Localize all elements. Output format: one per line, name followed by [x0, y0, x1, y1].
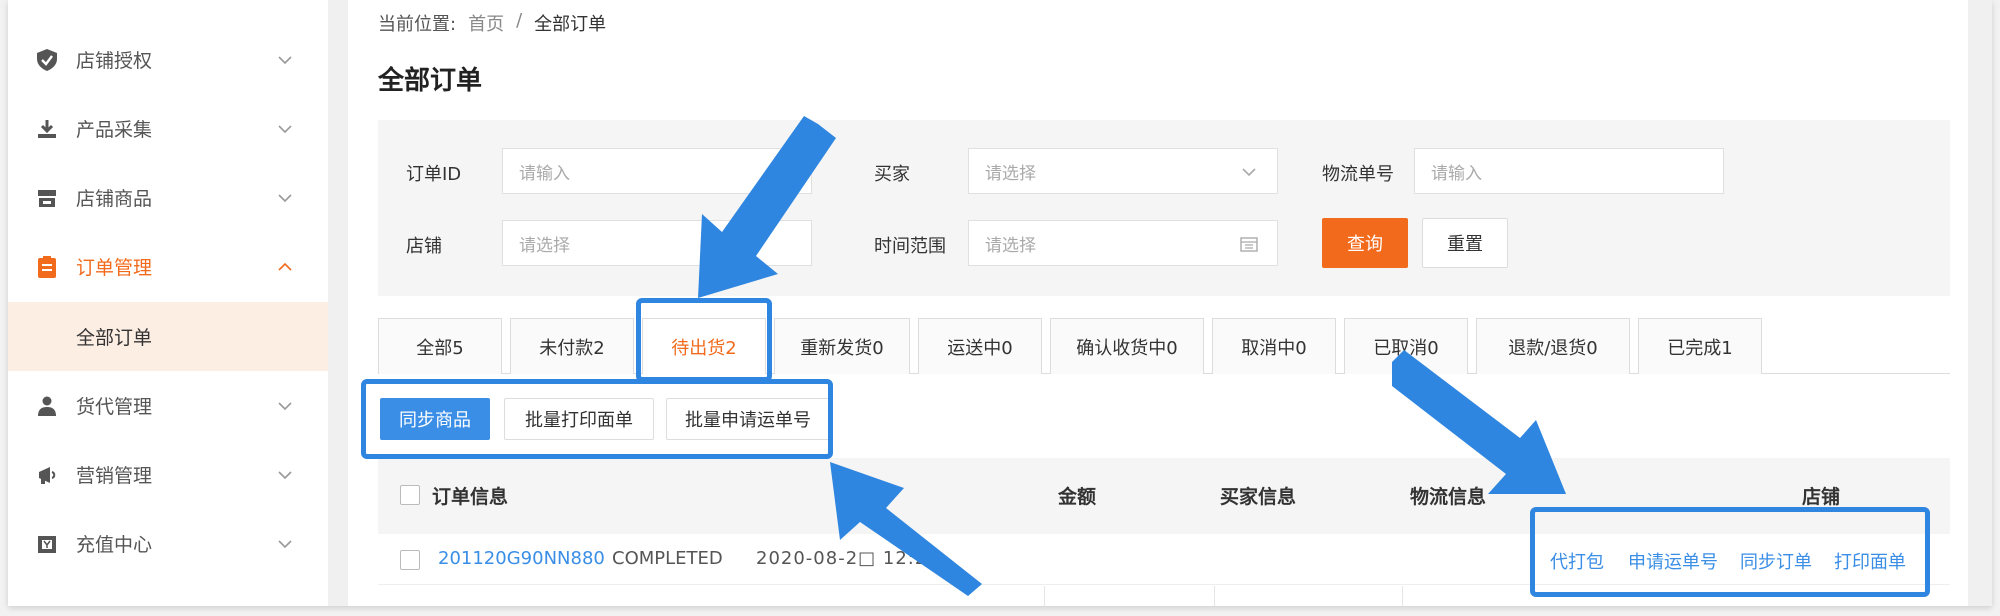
- chevron-down-icon: [1242, 168, 1256, 177]
- sync-products-button[interactable]: 同步商品: [380, 398, 490, 440]
- page-title: 全部订单: [378, 66, 483, 96]
- column-header-buyer: 买家信息: [1220, 486, 1297, 508]
- row-divider: [378, 584, 1950, 585]
- chevron-down-icon: [278, 193, 292, 202]
- column-divider: [1044, 586, 1045, 606]
- app-window: 店铺授权 产品采集 店铺商品 订单管理 全部订单 货代管理 营销管理 充值中心 …: [8, 0, 1992, 606]
- order-status-tabs: 全部5 未付款2 待出货2 重新发货0 运送中0 确认收货中0 取消中0 已取消…: [378, 318, 1950, 374]
- table-header: 订单信息 金额 买家信息 物流信息 店铺: [378, 458, 1950, 534]
- breadcrumb-home-link[interactable]: 首页: [468, 10, 504, 36]
- sidebar-item-label: 营销管理: [76, 465, 153, 487]
- tab-cancelled[interactable]: 已取消0: [1344, 318, 1468, 374]
- select-all-checkbox[interactable]: [400, 485, 420, 505]
- sidebar-subitem-all-orders[interactable]: 全部订单: [8, 302, 328, 371]
- sidebar-item-label: 店铺授权: [76, 50, 153, 72]
- sidebar-item-product-collect[interactable]: 产品采集: [8, 94, 328, 163]
- megaphone-icon: [34, 462, 60, 488]
- filter-panel: 订单ID 请输入 买家 请选择 物流单号 请输入 店铺 请选择 时间范围 请选择: [378, 120, 1950, 296]
- person-icon: [34, 393, 60, 419]
- sidebar-item-shop-auth[interactable]: 店铺授权: [8, 25, 328, 94]
- column-divider: [1214, 586, 1215, 606]
- search-button[interactable]: 查询: [1322, 218, 1408, 268]
- batch-apply-tracking-button[interactable]: 批量申请运单号: [666, 398, 830, 440]
- sidebar-item-marketing[interactable]: 营销管理: [8, 440, 328, 509]
- order-id-link[interactable]: 201120G90NN880: [438, 548, 605, 569]
- sidebar-item-label: 订单管理: [76, 257, 153, 279]
- order-id-input[interactable]: 请输入: [502, 148, 812, 194]
- sidebar-item-order-management[interactable]: 订单管理: [8, 232, 328, 301]
- buyer-label: 买家: [874, 164, 910, 185]
- order-status: COMPLETED: [612, 548, 723, 569]
- main-content: 当前位置: 首页 / 全部订单 全部订单 订单ID 请输入 买家 请选择 物流单…: [348, 0, 1968, 606]
- tracking-number-label: 物流单号: [1322, 164, 1394, 185]
- order-id-label: 订单ID: [406, 164, 462, 185]
- tab-confirming-receipt[interactable]: 确认收货中0: [1050, 318, 1204, 374]
- shop-placeholder: 请选择: [519, 235, 570, 256]
- download-icon: [34, 116, 60, 142]
- tracking-number-placeholder: 请输入: [1431, 163, 1482, 184]
- order-time: 2020-08-2□ 12:27: [756, 548, 940, 569]
- batch-print-label-button[interactable]: 批量打印面单: [504, 398, 654, 440]
- column-header-order-info: 订单信息: [432, 486, 509, 508]
- calendar-icon: [1240, 237, 1258, 252]
- column-header-logistics: 物流信息: [1410, 486, 1487, 508]
- shield-check-icon: [34, 47, 60, 73]
- column-header-amount: 金额: [1058, 486, 1097, 508]
- breadcrumb-current: 全部订单: [534, 14, 607, 35]
- reset-button[interactable]: 重置: [1422, 218, 1508, 268]
- sidebar-item-recharge[interactable]: 充值中心: [8, 509, 328, 578]
- breadcrumb-prefix: 当前位置:: [378, 14, 457, 35]
- shop-select[interactable]: 请选择: [502, 220, 812, 266]
- sidebar-item-label: 货代管理: [76, 396, 153, 418]
- tab-cancelling[interactable]: 取消中0: [1212, 318, 1336, 374]
- breadcrumb-separator: /: [516, 10, 523, 31]
- chevron-down-icon: [278, 401, 292, 410]
- buyer-placeholder: 请选择: [985, 163, 1036, 184]
- tab-completed[interactable]: 已完成1: [1638, 318, 1762, 374]
- print-label-link[interactable]: 打印面单: [1834, 548, 1906, 574]
- apply-tracking-link[interactable]: 申请运单号: [1628, 548, 1718, 574]
- column-divider: [1402, 586, 1403, 606]
- time-range-label: 时间范围: [874, 236, 946, 257]
- sidebar: 店铺授权 产品采集 店铺商品 订单管理 全部订单 货代管理 营销管理 充值中心: [8, 0, 328, 606]
- tab-all[interactable]: 全部5: [378, 318, 502, 374]
- order-id-placeholder: 请输入: [519, 163, 570, 184]
- chevron-down-icon: [278, 55, 292, 64]
- clipboard-icon: [34, 254, 60, 280]
- buyer-select[interactable]: 请选择: [968, 148, 1278, 194]
- sidebar-item-shop-products[interactable]: 店铺商品: [8, 163, 328, 232]
- chevron-down-icon: [278, 539, 292, 548]
- sidebar-item-label: 充值中心: [76, 534, 153, 556]
- chevron-up-icon: [278, 262, 292, 271]
- shop-label: 店铺: [406, 236, 442, 257]
- tab-reship[interactable]: 重新发货0: [774, 318, 910, 374]
- time-range-placeholder: 请选择: [985, 235, 1036, 256]
- row-checkbox[interactable]: [400, 550, 420, 570]
- sidebar-subitem-label: 全部订单: [76, 327, 153, 349]
- tab-to-ship[interactable]: 待出货2: [642, 318, 766, 374]
- tracking-number-input[interactable]: 请输入: [1414, 148, 1724, 194]
- tab-unpaid[interactable]: 未付款2: [510, 318, 634, 374]
- table-row: 201120G90NN880 COMPLETED 2020-08-2□ 12:2…: [378, 534, 1950, 606]
- sidebar-item-forwarder[interactable]: 货代管理: [8, 371, 328, 440]
- sidebar-item-label: 产品采集: [76, 119, 153, 141]
- wallet-icon: [34, 531, 60, 557]
- time-range-picker[interactable]: 请选择: [968, 220, 1278, 266]
- breadcrumb: 当前位置: 首页 / 全部订单: [378, 10, 606, 36]
- column-header-shop: 店铺: [1802, 486, 1841, 508]
- sync-order-link[interactable]: 同步订单: [1740, 548, 1812, 574]
- chevron-down-icon: [278, 470, 292, 479]
- tab-refund-return[interactable]: 退款/退货0: [1476, 318, 1630, 374]
- tab-in-transit[interactable]: 运送中0: [918, 318, 1042, 374]
- sidebar-item-label: 店铺商品: [76, 188, 153, 210]
- store-icon: [34, 185, 60, 211]
- pack-on-behalf-link[interactable]: 代打包: [1550, 548, 1604, 574]
- chevron-down-icon: [278, 124, 292, 133]
